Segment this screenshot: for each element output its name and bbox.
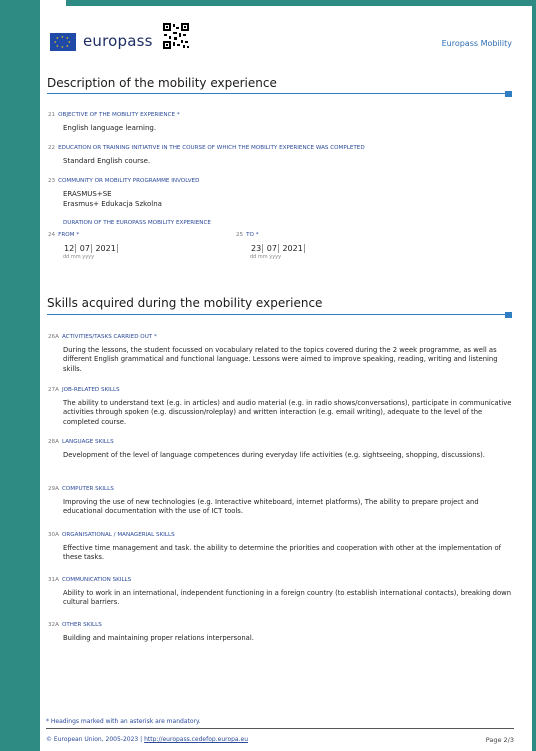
date-from-day: 12 — [63, 244, 77, 253]
skill-label-job-related: 27A JOB-RELATED SKILLS — [48, 387, 120, 393]
date-to-day: 23 — [250, 244, 264, 253]
date-from: 12 07 2021 — [63, 244, 118, 253]
section-rule-marker — [505, 91, 512, 97]
section-rule-marker — [505, 312, 512, 318]
skill-text-job-related: The ability to understand text (e.g. in … — [63, 399, 512, 426]
field-label-education-initiative: 22 EDUCATION OR TRAINING INITIATIVE IN TH… — [48, 145, 365, 151]
date-to: 23 07 2021 — [250, 244, 305, 253]
skill-label-activities: 26A ACTIVITIES/TASKS CARRIED OUT * — [48, 334, 157, 340]
date-to-format: dd mm yyyy — [250, 254, 282, 260]
date-from-year: 2021 — [94, 244, 118, 253]
field-value-programme-1: ERASMUS+SE — [63, 190, 112, 198]
skill-text-language: Development of the level of language com… — [63, 451, 485, 459]
skill-label-computer: 29A COMPUTER SKILLS — [48, 486, 114, 492]
skill-label-communication: 31A COMMUNICATION SKILLS — [48, 577, 132, 583]
date-from-month: 07 — [78, 244, 92, 253]
skill-text-computer: Improving the use of new technologies (e… — [63, 498, 479, 516]
date-from-format: dd mm yyyy — [63, 254, 95, 260]
field-label-programme: 23 COMMUNITY OR MOBILITY PROGRAMME INVOLV… — [48, 178, 200, 184]
section-rule — [47, 93, 505, 94]
footer-copyright: © European Union, 2005-2023 | http://eur… — [46, 736, 249, 743]
skill-text-activities: During the lessons, the student focussed… — [63, 346, 498, 373]
eu-flag-icon: ★ ★ ★ ★ ★ ★ ★ ★ — [50, 33, 76, 51]
page-number: Page 2/3 — [485, 736, 514, 744]
date-to-month: 07 — [265, 244, 279, 253]
europass-mobility-link[interactable]: Europass Mobility — [442, 39, 512, 48]
europass-website-link[interactable]: http://europass.cedefop.europa.eu — [144, 736, 248, 743]
europass-logo-text: europass — [83, 32, 153, 50]
field-value-objective: English language learning. — [63, 124, 157, 132]
qr-code-icon — [162, 22, 190, 50]
skill-text-other: Building and maintaining proper relation… — [63, 634, 254, 642]
skill-label-language: 28A LANGUAGE SKILLS — [48, 439, 114, 445]
section-rule — [47, 314, 505, 315]
section-title-description: Description of the mobility experience — [47, 76, 277, 90]
footer-rule — [46, 728, 514, 729]
field-value-education-initiative: Standard English course. — [63, 157, 151, 165]
page-header: ★ ★ ★ ★ ★ ★ ★ ★ europass Europass Mobility — [40, 6, 532, 72]
section-title-skills: Skills acquired during the mobility expe… — [47, 296, 323, 310]
date-to-year: 2021 — [281, 244, 305, 253]
field-value-programme-2: Erasmus+ Edukacja Szkolna — [63, 200, 162, 208]
field-label-duration: DURATION OF THE EUROPASS MOBILITY EXPERI… — [63, 220, 211, 226]
skill-text-organisational: Effective time management and task. the … — [63, 544, 502, 562]
skill-label-other: 32A OTHER SKILLS — [48, 622, 102, 628]
skill-label-organisational: 30A ORGANISATIONAL / MANAGERIAL SKILLS — [48, 532, 175, 538]
field-label-objective: 21 OBJECTIVE OF THE MOBILITY EXPERIENCE * — [48, 112, 180, 118]
document-page: ★ ★ ★ ★ ★ ★ ★ ★ europass Europass Mobility D… — [40, 6, 532, 751]
skill-text-communication: Ability to work in an international, ind… — [63, 589, 512, 607]
mandatory-note: * Headings marked with an asterisk are m… — [46, 718, 201, 725]
field-label-from: 24 FROM * — [48, 232, 80, 238]
field-label-to: 25 TO * — [236, 232, 259, 238]
